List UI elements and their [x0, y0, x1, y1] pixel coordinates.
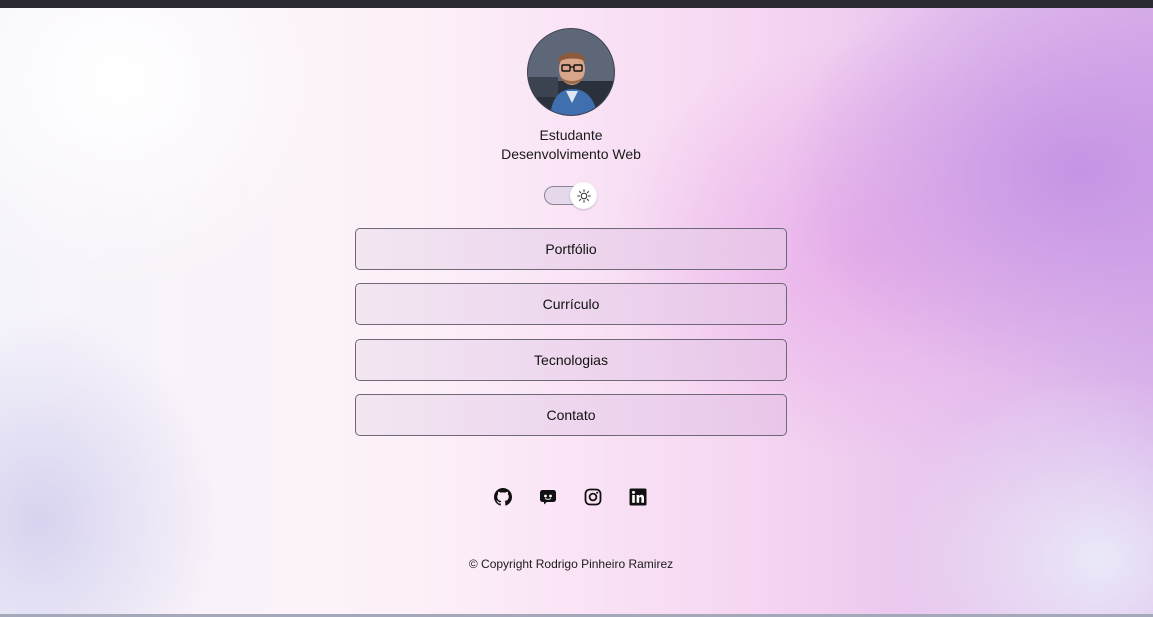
browser-top-bar	[0, 0, 1153, 8]
sun-icon	[576, 188, 591, 203]
copyright-text: © Copyright Rodrigo Pinheiro Ramirez	[468, 557, 674, 571]
instagram-link[interactable]	[583, 487, 603, 507]
profile-photo	[528, 29, 614, 115]
theme-toggle-knob[interactable]	[570, 182, 597, 209]
tecnologias-button[interactable]: Tecnologias	[355, 339, 787, 381]
discord-link[interactable]	[538, 487, 558, 507]
linkedin-icon	[629, 488, 647, 506]
role-line-2: Desenvolvimento Web	[501, 146, 641, 162]
portfolio-button[interactable]: Portfólio	[355, 228, 787, 270]
instagram-icon	[584, 488, 602, 506]
curriculo-button[interactable]: Currículo	[355, 283, 787, 325]
role-line-1: Estudante	[539, 127, 603, 143]
github-icon	[494, 488, 512, 506]
discord-icon	[540, 490, 556, 505]
linkedin-link[interactable]	[628, 487, 648, 507]
avatar	[527, 28, 615, 116]
github-link[interactable]	[493, 487, 513, 507]
contato-button[interactable]: Contato	[355, 394, 787, 436]
profile-subtitle: Estudante Desenvolvimento Web	[400, 126, 742, 164]
social-links	[493, 487, 653, 509]
